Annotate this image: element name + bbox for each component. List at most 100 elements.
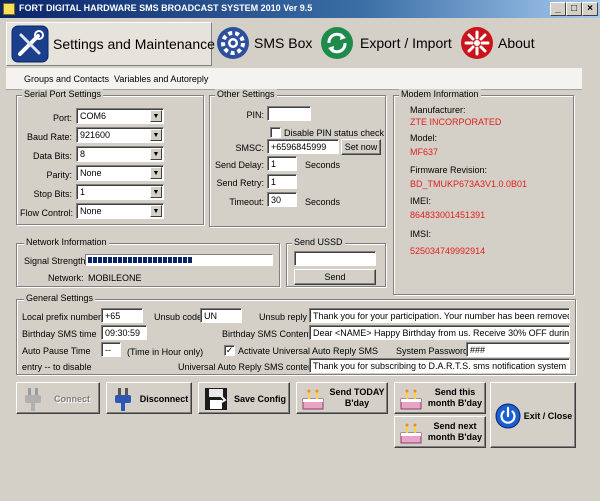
timeout-label: Timeout: <box>229 197 264 207</box>
network-info-title: Network Information <box>24 237 109 247</box>
connect-button[interactable]: Connect <box>16 382 100 414</box>
close-button[interactable]: × <box>582 2 598 16</box>
imsi-label: IMSI: <box>410 229 432 239</box>
manufacturer-label: Manufacturer: <box>410 105 466 115</box>
auto-pause-hint: (Time in Hour only) <box>127 347 204 357</box>
prefix-input[interactable]: +65 <box>101 308 143 323</box>
chevron-down-icon: ▼ <box>150 167 162 179</box>
exit-close-button[interactable]: Exit / Close <box>490 382 576 448</box>
signal-segment <box>148 257 152 263</box>
tab-settings[interactable]: Settings and Maintenance <box>6 22 215 66</box>
signal-segment <box>183 257 187 263</box>
signal-segment <box>93 257 97 263</box>
app-icon <box>3 3 15 15</box>
chevron-down-icon: ▼ <box>150 186 162 198</box>
save-config-label: Save Config <box>233 394 286 404</box>
bday-content-input[interactable]: Dear <NAME> Happy Birthday from us. Rece… <box>309 325 570 340</box>
databits-select[interactable]: 8 ▼ <box>76 146 164 162</box>
plug-icon <box>25 388 41 411</box>
signal-segment <box>128 257 132 263</box>
maximize-button[interactable]: □ <box>566 2 582 16</box>
tab-settings-label: Settings and Maintenance <box>53 36 215 52</box>
subtab-groups-contacts[interactable]: Groups and Contacts <box>24 74 109 84</box>
gear-icon <box>217 27 249 59</box>
unsub-reply-input[interactable]: Thank you for your participation. Your n… <box>309 308 570 323</box>
auto-reply-content-input[interactable]: Thank you for subscribing to D.A.R.T.S. … <box>309 358 570 373</box>
prefix-label: Local prefix number <box>22 312 102 322</box>
activate-auto-reply-checkbox[interactable]: ✓ <box>224 345 235 356</box>
bday-time-input[interactable]: 09:30:59 <box>101 325 147 340</box>
signal-segment <box>143 257 147 263</box>
save-config-button[interactable]: Save Config <box>198 382 290 414</box>
model-value: MF637 <box>410 147 439 157</box>
chevron-down-icon: ▼ <box>150 205 162 217</box>
set-now-button[interactable]: Set now <box>341 139 381 155</box>
firmware-label: Firmware Revision: <box>410 165 488 175</box>
signal-segment <box>98 257 102 263</box>
ussd-send-button[interactable]: Send <box>294 269 376 285</box>
parity-select[interactable]: None ▼ <box>76 165 164 181</box>
send-this-month-bday-button[interactable]: Send this month B'day <box>394 382 486 414</box>
signal-segment <box>133 257 137 263</box>
signal-segment <box>123 257 127 263</box>
disconnect-label: Disconnect <box>139 394 189 404</box>
ussd-input[interactable] <box>294 251 376 266</box>
signal-segment <box>173 257 177 263</box>
unsub-code-input[interactable]: UN <box>200 308 242 323</box>
disconnect-button[interactable]: Disconnect <box>106 382 192 414</box>
tab-export-import-label: Export / Import <box>360 35 452 51</box>
imei-value: 864833001451391 <box>410 210 486 220</box>
unplug-icon <box>115 388 131 411</box>
pin-input[interactable] <box>267 106 311 121</box>
signal-strength-bar <box>85 254 273 266</box>
system-password-label: System Password <box>396 346 469 356</box>
subtab-variables-autoreply[interactable]: Variables and Autoreply <box>114 74 208 84</box>
timeout-unit: Seconds <box>305 197 341 207</box>
timeout-input[interactable]: 30 <box>267 192 297 207</box>
chevron-down-icon: ▼ <box>150 129 162 141</box>
disable-pin-checkbox[interactable] <box>270 127 281 138</box>
tab-about-label: About <box>498 35 535 51</box>
parity-label: Parity: <box>46 170 72 180</box>
minimize-button[interactable]: _ <box>550 2 566 16</box>
signal-segment <box>158 257 162 263</box>
signal-strength-label: Signal Strength: <box>24 256 89 266</box>
cake-icon <box>302 389 324 410</box>
signal-segment <box>188 257 192 263</box>
send-ussd-title: Send USSD <box>292 237 345 247</box>
send-delay-unit: Seconds <box>305 160 341 170</box>
system-password-input[interactable]: ### <box>466 342 570 357</box>
save-icon <box>205 388 227 410</box>
signal-segment <box>108 257 112 263</box>
send-today-bday-button[interactable]: Send TODAY B'day <box>296 382 388 414</box>
tab-export-import[interactable]: Export / Import <box>320 22 452 66</box>
imsi-value: 525034749992914 <box>410 246 486 256</box>
chevron-down-icon: ▼ <box>150 148 162 160</box>
stopbits-select[interactable]: 1 ▼ <box>76 184 164 200</box>
auto-pause-input[interactable]: -- <box>101 342 121 357</box>
tools-icon <box>11 25 49 63</box>
imei-label: IMEI: <box>410 196 432 206</box>
smsc-label: SMSC: <box>235 143 264 153</box>
tab-about[interactable]: About <box>458 22 548 66</box>
model-label: Model: <box>410 133 438 143</box>
unsub-code-label: Unsub code <box>154 312 203 322</box>
stopbits-label: Stop Bits: <box>33 189 72 199</box>
signal-segment <box>113 257 117 263</box>
send-next-month-bday-button[interactable]: Send next month B'day <box>394 416 486 448</box>
port-select[interactable]: COM6 ▼ <box>76 108 164 124</box>
smsc-input[interactable]: +6596845999 <box>267 139 339 154</box>
send-retry-input[interactable]: 1 <box>267 174 297 189</box>
send-delay-input[interactable]: 1 <box>267 156 297 171</box>
serial-port-title: Serial Port Settings <box>22 89 104 99</box>
tab-sms-box[interactable]: SMS Box <box>214 22 314 66</box>
signal-segment <box>88 257 92 263</box>
auto-pause-label: Auto Pause Time <box>22 346 91 356</box>
signal-segment <box>163 257 167 263</box>
chevron-down-icon: ▼ <box>150 110 162 122</box>
flow-select[interactable]: None ▼ <box>76 203 164 219</box>
baud-select[interactable]: 921600 ▼ <box>76 127 164 143</box>
about-icon <box>461 27 493 59</box>
manufacturer-value: ZTE INCORPORATED <box>410 117 502 127</box>
port-label: Port: <box>52 113 72 123</box>
